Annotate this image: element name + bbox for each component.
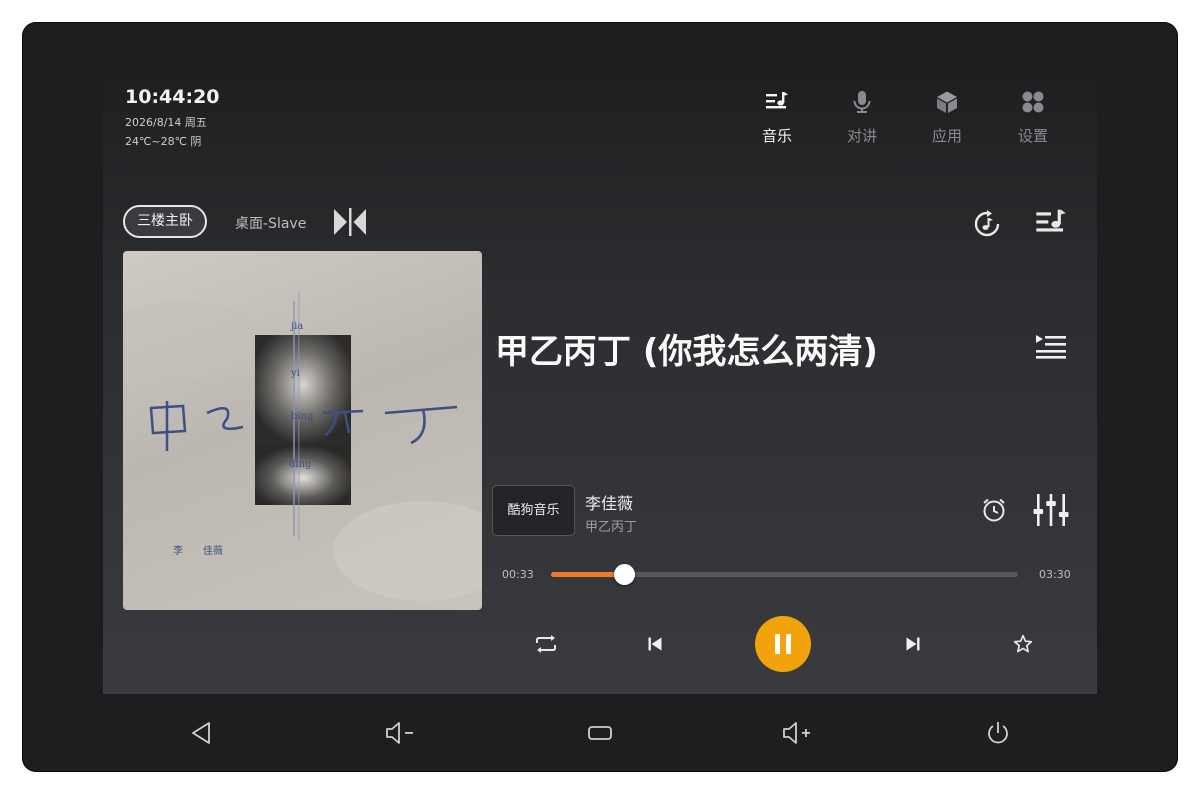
svg-text:bing: bing	[291, 411, 314, 422]
tab-apps-label: 应用	[931, 127, 962, 145]
power-icon[interactable]	[985, 720, 1011, 746]
repeat-icon[interactable]	[534, 634, 558, 654]
equalizer-icon[interactable]	[1032, 493, 1070, 527]
music-queue-icon	[766, 92, 788, 109]
music-screen: 10:44:20 2026/8/14 周五 24℃~28℃ 阴 音乐 对讲 应用	[103, 76, 1097, 694]
volume-down-icon[interactable]	[385, 720, 417, 746]
tab-music-label: 音乐	[761, 127, 792, 145]
song-title: 甲乙丙丁 (你我怎么两清)	[495, 332, 878, 372]
volume-up-icon[interactable]	[782, 720, 814, 746]
music-list-icon[interactable]	[1034, 207, 1068, 239]
tab-settings-label: 设置	[1017, 127, 1048, 145]
album-name: 甲乙丙丁	[585, 520, 638, 535]
album-cover: jia yi bing ding 李 佳薇	[123, 251, 482, 610]
back-triangle-icon[interactable]	[189, 720, 215, 746]
pause-icon	[775, 634, 791, 654]
weather: 24℃~28℃ 阴	[125, 135, 202, 148]
tab-intercom[interactable]: 对讲	[827, 90, 897, 146]
grid-settings-icon	[1022, 91, 1044, 113]
microphone-icon	[853, 91, 871, 113]
group-sync-icon[interactable]	[332, 206, 368, 238]
progress-handle[interactable]	[614, 564, 635, 585]
star-icon[interactable]	[1013, 634, 1033, 654]
playback-source-icon[interactable]	[972, 209, 1002, 239]
time-elapsed: 00:33	[502, 568, 534, 581]
alarm-clock-icon[interactable]	[981, 497, 1007, 523]
artist-name: 李佳薇	[585, 494, 634, 513]
tab-music[interactable]: 音乐	[742, 90, 812, 146]
skip-previous-icon[interactable]	[647, 636, 663, 652]
clock: 10:44:20	[125, 86, 220, 108]
room-selected-pill[interactable]: 三楼主卧	[123, 205, 207, 238]
svg-text:ding: ding	[289, 459, 312, 470]
svg-text:李: 李	[173, 544, 183, 557]
svg-text:佳薇: 佳薇	[203, 544, 223, 557]
album-cover-art: jia yi bing ding 李 佳薇	[123, 291, 482, 601]
tab-settings[interactable]: 设置	[998, 90, 1068, 146]
cube-icon	[937, 91, 957, 113]
playlist-icon[interactable]	[1035, 333, 1067, 359]
skip-next-icon[interactable]	[905, 636, 921, 652]
tab-apps[interactable]: 应用	[912, 90, 982, 146]
home-icon[interactable]	[587, 720, 613, 746]
tab-intercom-label: 对讲	[846, 127, 877, 145]
time-total: 03:30	[1039, 568, 1071, 581]
music-source-badge[interactable]: 酷狗音乐	[492, 485, 575, 536]
room-slave[interactable]: 桌面-Slave	[235, 213, 306, 233]
svg-text:jia: jia	[290, 321, 303, 332]
play-pause-button[interactable]	[755, 616, 811, 672]
svg-text:yi: yi	[290, 368, 300, 379]
date: 2026/8/14 周五	[125, 116, 207, 129]
